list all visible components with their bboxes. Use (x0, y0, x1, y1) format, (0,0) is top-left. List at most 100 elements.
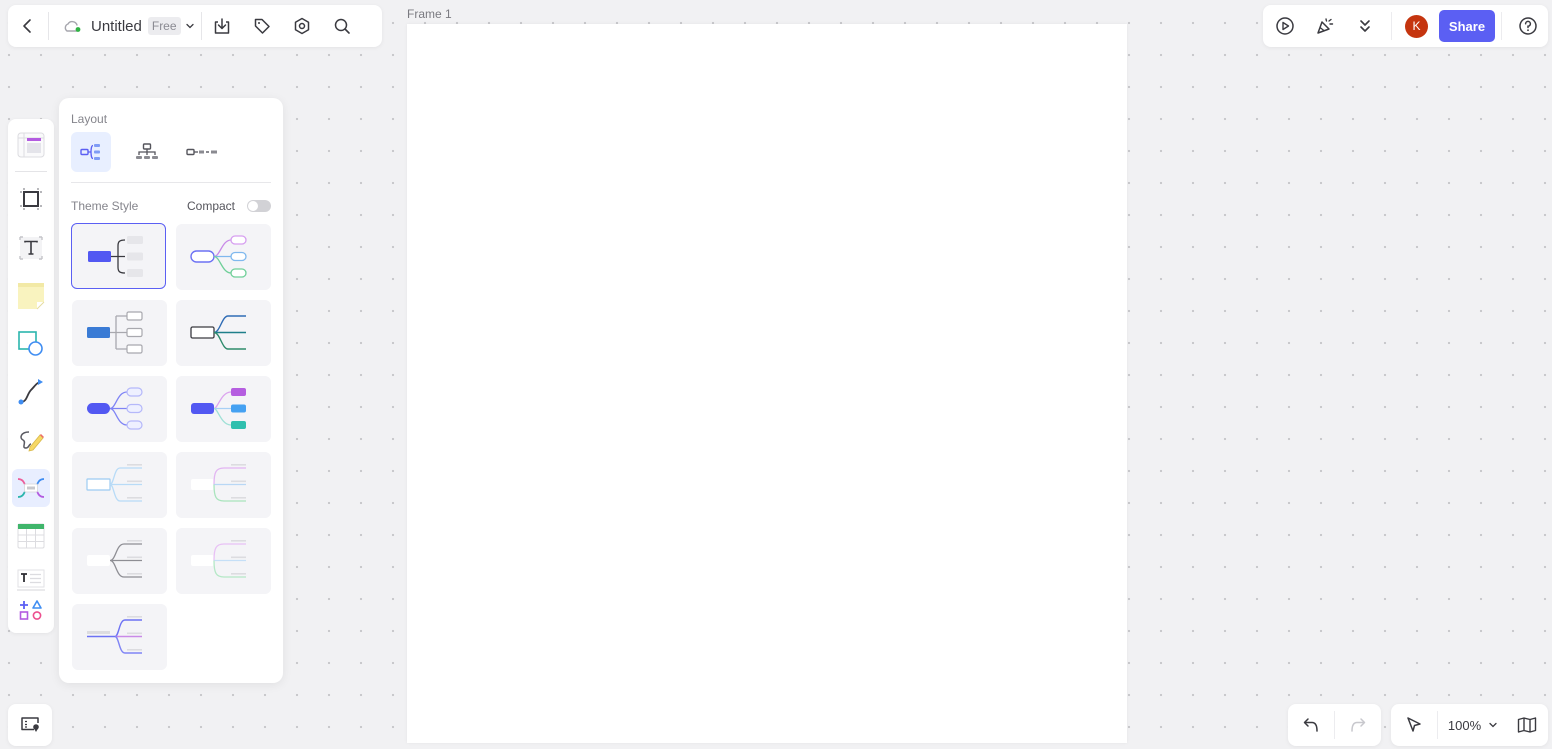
tool-mind-map[interactable] (12, 469, 50, 507)
top-left-toolbar: Untitled Free (8, 5, 382, 47)
theme-style-label: Theme Style (71, 199, 139, 213)
play-icon (1275, 16, 1295, 36)
tag-icon (253, 17, 271, 35)
redo-button[interactable] (1335, 704, 1381, 746)
theme-option-4[interactable] (176, 300, 271, 366)
search-icon (333, 17, 351, 35)
layout-org-chart-button[interactable] (127, 132, 167, 172)
divider (1501, 12, 1502, 40)
theme-option-8[interactable] (176, 452, 271, 518)
double-chevron-down-icon (1358, 18, 1372, 34)
share-button[interactable]: Share (1439, 10, 1495, 42)
back-button[interactable] (8, 5, 48, 47)
tool-sticky-note[interactable] (12, 277, 50, 315)
present-button[interactable] (1265, 5, 1305, 47)
theme-option-5[interactable] (72, 376, 167, 442)
theme-9-preview-icon (87, 540, 142, 578)
mind-map-panel: Layout Theme Style Compact (59, 98, 283, 683)
theme-option-3[interactable] (72, 300, 167, 366)
help-button[interactable] (1508, 5, 1548, 47)
avatar[interactable]: K (1405, 14, 1428, 38)
theme-option-1[interactable] (71, 223, 166, 289)
chevron-down-icon (185, 21, 195, 31)
theme-4-preview-icon (190, 315, 246, 350)
compact-label: Compact (187, 199, 236, 213)
tool-template[interactable] (12, 126, 50, 164)
pen-icon (17, 426, 45, 454)
history-controls (1288, 704, 1381, 746)
frame-icon (19, 187, 43, 211)
more-shapes-icon (19, 598, 43, 622)
theme-option-9[interactable] (72, 528, 167, 594)
table-icon (17, 523, 45, 549)
celebrate-button[interactable] (1305, 5, 1345, 47)
more-button[interactable] (1345, 5, 1385, 47)
chevron-left-icon (20, 18, 36, 34)
theme-8-preview-icon (191, 464, 246, 502)
gear-icon (293, 17, 311, 35)
theme-option-11[interactable] (72, 604, 167, 670)
guide-button[interactable] (1508, 704, 1546, 746)
theme-option-2[interactable] (176, 224, 271, 290)
layout-right-tree-button[interactable] (71, 132, 111, 172)
sticky-note-icon (17, 282, 45, 310)
zoom-level: 100% (1447, 717, 1482, 733)
template-icon (17, 132, 45, 158)
theme-option-10[interactable] (176, 528, 271, 594)
compact-toggle[interactable] (247, 200, 271, 212)
theme-1-preview-icon (88, 236, 143, 277)
tool-shape[interactable] (12, 325, 50, 363)
download-icon (213, 17, 231, 35)
tool-text[interactable] (12, 229, 50, 267)
theme-option-7[interactable] (72, 452, 167, 518)
tag-button[interactable] (242, 5, 282, 47)
cloud-saved-icon (63, 19, 83, 33)
redo-icon (1349, 716, 1367, 734)
theme-6-preview-icon (191, 388, 246, 429)
text-icon (18, 235, 44, 261)
shape-icon (17, 330, 45, 358)
theme-option-6[interactable] (176, 376, 271, 442)
zoom-level-dropdown[interactable]: 100% (1438, 704, 1508, 746)
cursor-icon (1405, 716, 1423, 734)
minimap-button[interactable] (8, 704, 52, 746)
canvas-frame[interactable] (407, 24, 1127, 743)
theme-11-preview-icon (87, 616, 142, 654)
theme-10-preview-icon (191, 540, 246, 578)
theme-3-preview-icon (87, 311, 143, 354)
export-button[interactable] (202, 5, 242, 47)
select-tool-button[interactable] (1391, 704, 1437, 746)
settings-button[interactable] (282, 5, 322, 47)
chevron-down-icon (1488, 720, 1498, 730)
rail-divider (15, 171, 47, 172)
text-block-icon (17, 569, 45, 591)
tool-pen[interactable] (12, 421, 50, 459)
timeline-layout-icon (186, 147, 220, 157)
party-popper-icon (1315, 16, 1335, 36)
document-title[interactable]: Untitled (91, 18, 142, 35)
tool-rail (8, 119, 54, 633)
connector-icon (17, 378, 45, 406)
org-chart-layout-icon (135, 143, 159, 161)
top-right-toolbar: K Share (1263, 5, 1548, 47)
frame-label[interactable]: Frame 1 (407, 7, 452, 21)
tool-table[interactable] (12, 517, 50, 555)
tool-more-shapes[interactable] (12, 591, 50, 629)
book-open-icon (1517, 717, 1537, 733)
undo-icon (1302, 716, 1320, 734)
plan-badge: Free (147, 17, 181, 35)
layout-timeline-button[interactable] (183, 132, 223, 172)
help-circle-icon (1518, 16, 1538, 36)
theme-2-preview-icon (190, 235, 247, 278)
undo-button[interactable] (1288, 704, 1334, 746)
tool-connector[interactable] (12, 373, 50, 411)
right-tree-layout-icon (80, 143, 102, 161)
tool-frame[interactable] (12, 180, 50, 218)
divider (1391, 12, 1392, 40)
view-controls: 100% (1391, 704, 1548, 746)
theme-5-preview-icon (87, 387, 143, 430)
panel-divider (71, 182, 271, 183)
document-title-menu[interactable]: Untitled Free (49, 5, 201, 47)
search-button[interactable] (322, 5, 362, 47)
mind-map-icon (16, 476, 46, 500)
